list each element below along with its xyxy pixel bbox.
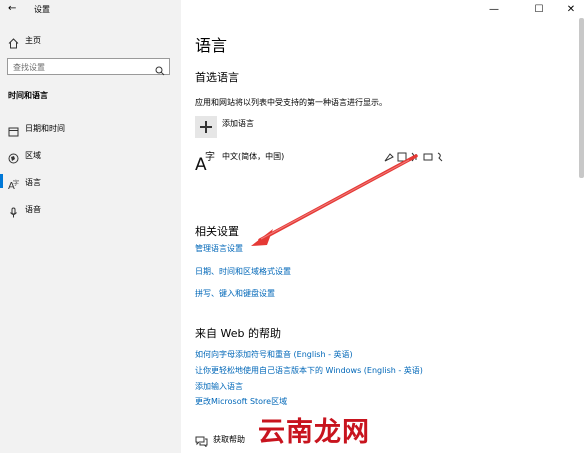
home-icon — [8, 34, 19, 53]
annotation-arrow — [251, 154, 418, 246]
search-placeholder: 查找设置 — [13, 63, 45, 72]
sidebar-home[interactable]: 主页 — [25, 35, 41, 46]
watermark-logo: 云南龙网 — [258, 417, 370, 448]
sidebar-item-datetime[interactable]: 日期和时间 — [25, 123, 65, 134]
search-input[interactable]: 查找设置 — [7, 58, 170, 76]
back-icon[interactable]: ← — [8, 3, 16, 14]
globe-icon — [8, 149, 19, 168]
search-icon[interactable] — [155, 61, 165, 80]
sidebar-item-speech[interactable]: 语音 — [25, 204, 41, 215]
section-heading: 时间和语言 — [8, 91, 48, 100]
sidebar-item-region[interactable]: 区域 — [25, 150, 41, 161]
selected-indicator — [0, 174, 3, 188]
microphone-icon — [8, 203, 19, 222]
window-title: 设置 — [34, 5, 50, 14]
sidebar: ← 设置 主页 查找设置 时间和语言 日期和时间 区域 A字 语言 语音 — [0, 0, 181, 453]
sidebar-item-language[interactable]: 语言 — [25, 177, 41, 188]
main-content: — ☐ ✕ 语言 首选语言 应用和网站将以列表中受支持的第一种语言进行显示。 添… — [181, 0, 584, 453]
calendar-icon — [8, 122, 19, 141]
language-icon: A字 — [8, 175, 19, 194]
svg-text:字: 字 — [13, 179, 19, 187]
